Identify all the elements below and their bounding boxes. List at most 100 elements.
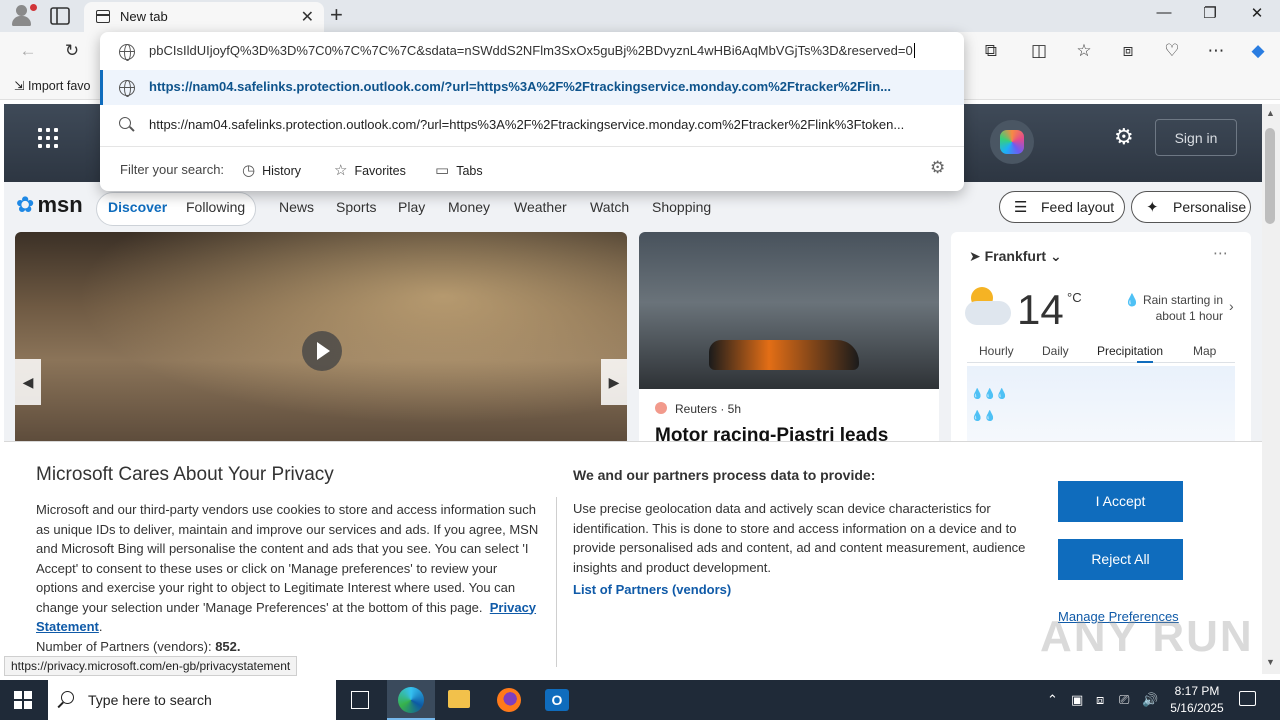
weather-location[interactable]: ➤ Frankfurt ⌄ xyxy=(969,248,1062,265)
news-source: Reuters · 5h xyxy=(655,402,741,416)
weather-tab-precipitation[interactable]: Precipitation xyxy=(1097,344,1163,358)
suggestion-url[interactable]: https://nam04.safelinks.protection.outlo… xyxy=(100,70,964,105)
outlook-tray-icon[interactable]: ▣ xyxy=(1071,692,1083,708)
collections-icon[interactable]: ⧈ xyxy=(1113,41,1143,61)
notifications-icon[interactable] xyxy=(1239,691,1256,706)
msn-butterfly-icon: ✿ xyxy=(16,192,35,217)
minimize-icon[interactable]: — xyxy=(1141,4,1187,21)
nav-discover[interactable]: Discover xyxy=(108,199,167,215)
nav-money[interactable]: Money xyxy=(448,199,490,215)
msn-logo[interactable]: ✿ msn xyxy=(16,192,83,218)
search-settings-icon[interactable]: ⚙ xyxy=(930,158,945,178)
divider xyxy=(100,146,964,147)
weather-temp: 14 xyxy=(1017,286,1064,333)
page-scrollbar[interactable]: ▲ ▼ xyxy=(1262,104,1280,674)
favorites-icon[interactable]: ☆ xyxy=(1069,41,1099,61)
restore-icon[interactable]: ❐ xyxy=(1187,4,1233,22)
browser-tab[interactable]: New tab ✕ xyxy=(84,2,324,32)
scroll-up-icon[interactable]: ▲ xyxy=(1266,108,1275,118)
weather-desc: 💧 Rain starting in about 1 hour xyxy=(1124,293,1223,323)
copilot-logo-icon[interactable] xyxy=(990,120,1034,164)
task-view-icon[interactable] xyxy=(351,691,369,709)
nav-news[interactable]: News xyxy=(279,199,314,215)
play-icon[interactable] xyxy=(302,331,342,371)
nav-watch[interactable]: Watch xyxy=(590,199,629,215)
address-input[interactable]: pbCIsIldUIjoyfQ%3D%3D%7C0%7C%7C%7C&sdata… xyxy=(149,43,915,58)
clock-date: 5/16/2025 xyxy=(1170,701,1224,715)
search-placeholder: Type here to search xyxy=(88,692,212,708)
carousel-prev-icon[interactable]: ◀ xyxy=(15,359,41,405)
nav-shopping[interactable]: Shopping xyxy=(652,199,711,215)
carousel-next-icon[interactable]: ▶ xyxy=(601,359,627,405)
device-tray-icon[interactable]: ⧈ xyxy=(1096,692,1104,708)
network-icon[interactable]: ⎚ xyxy=(1119,692,1129,708)
firefox-icon[interactable] xyxy=(497,688,521,712)
tab-actions-icon[interactable] xyxy=(50,7,70,25)
reject-all-button[interactable]: Reject All xyxy=(1058,539,1183,580)
volume-icon[interactable]: 🔊 xyxy=(1142,692,1158,708)
app-launcher-icon[interactable] xyxy=(38,128,58,148)
split-screen-icon[interactable]: ◫ xyxy=(1024,41,1054,61)
scroll-down-icon[interactable]: ▼ xyxy=(1266,657,1275,667)
nav-following[interactable]: Following xyxy=(186,199,245,215)
extensions-icon[interactable]: ⧉ xyxy=(976,41,1006,61)
nav-weather[interactable]: Weather xyxy=(514,199,567,215)
profile-avatar-icon[interactable] xyxy=(8,3,37,29)
nav-sports[interactable]: Sports xyxy=(336,199,376,215)
new-tab-button[interactable]: + xyxy=(330,2,343,28)
edge-icon[interactable] xyxy=(398,687,424,713)
feed-layout-button[interactable]: ☰ Feed layout xyxy=(999,191,1125,223)
refresh-icon[interactable]: ↻ xyxy=(57,41,87,61)
back-icon[interactable]: ← xyxy=(13,41,43,61)
windows-start-icon[interactable] xyxy=(14,691,32,709)
taskbar-search-box[interactable]: Type here to search xyxy=(48,680,336,720)
weather-tab-daily[interactable]: Daily xyxy=(1042,344,1069,358)
new-tab-icon xyxy=(96,10,110,23)
sliders-icon: ☰ xyxy=(1014,199,1028,216)
weather-more-icon[interactable]: ⋯ xyxy=(1213,244,1228,262)
taskbar-clock[interactable]: 8:17 PM 5/16/2025 xyxy=(1160,683,1234,717)
history-icon: ◷ xyxy=(242,162,256,179)
outlook-icon[interactable]: O xyxy=(545,689,569,711)
more-menu-icon[interactable]: ⋯ xyxy=(1201,41,1231,61)
sparkle-icon: ✦ xyxy=(1146,199,1159,216)
weather-tab-hourly[interactable]: Hourly xyxy=(979,344,1014,358)
file-explorer-icon[interactable] xyxy=(448,690,470,708)
tab-bar: New tab ✕ + — ❐ ✕ xyxy=(0,0,1280,32)
news-card[interactable]: Reuters · 5h Motor racing-Piastri leads xyxy=(639,232,939,446)
nav-play[interactable]: Play xyxy=(398,199,425,215)
weather-unit: °C xyxy=(1067,290,1082,305)
tab-title: New tab xyxy=(120,9,168,24)
browser-essentials-icon[interactable]: ♡ xyxy=(1157,41,1187,61)
sign-in-button[interactable]: Sign in xyxy=(1155,119,1237,156)
page-settings-icon[interactable]: ⚙ xyxy=(1114,124,1134,150)
scroll-thumb[interactable] xyxy=(1265,128,1275,224)
weather-tabs: Hourly Daily Precipitation Map xyxy=(967,339,1235,363)
globe-icon xyxy=(119,44,135,61)
close-tab-icon[interactable]: ✕ xyxy=(301,7,314,27)
divider xyxy=(556,497,557,667)
accept-button[interactable]: I Accept xyxy=(1058,481,1183,522)
copilot-icon[interactable]: ◆ xyxy=(1243,41,1273,61)
close-window-icon[interactable]: ✕ xyxy=(1234,4,1280,22)
filter-history-button[interactable]: ◷ History xyxy=(242,161,301,179)
import-icon: ⇲ xyxy=(14,79,28,93)
reuters-logo-icon xyxy=(655,402,667,414)
filter-favorites-button[interactable]: ☆ Favorites xyxy=(334,161,406,179)
raindrop-icon: 💧 xyxy=(1124,293,1140,307)
partners-list-link[interactable]: List of Partners (vendors) xyxy=(573,582,731,597)
filter-tabs-button[interactable]: ▭ Tabs xyxy=(435,161,483,179)
show-hidden-icons-icon[interactable]: ⌃ xyxy=(1047,692,1058,708)
personalise-button[interactable]: ✦ Personalise xyxy=(1131,191,1251,223)
globe-icon xyxy=(119,80,135,97)
news-image xyxy=(639,232,939,389)
weather-tab-map[interactable]: Map xyxy=(1193,344,1216,358)
import-favorites-button[interactable]: ⇲ Import favo xyxy=(14,78,90,93)
featured-video-card[interactable]: ◀ ▶ xyxy=(15,232,627,446)
partners-count: 852. xyxy=(215,638,241,654)
chevron-right-icon[interactable]: › xyxy=(1229,298,1234,314)
chevron-down-icon: ⌄ xyxy=(1046,248,1062,264)
privacy-title: Microsoft Cares About Your Privacy xyxy=(36,464,334,485)
search-icon xyxy=(119,117,131,129)
weather-card[interactable]: ➤ Frankfurt ⌄ ⋯ 14 °C 💧 Rain starting in… xyxy=(951,232,1251,446)
